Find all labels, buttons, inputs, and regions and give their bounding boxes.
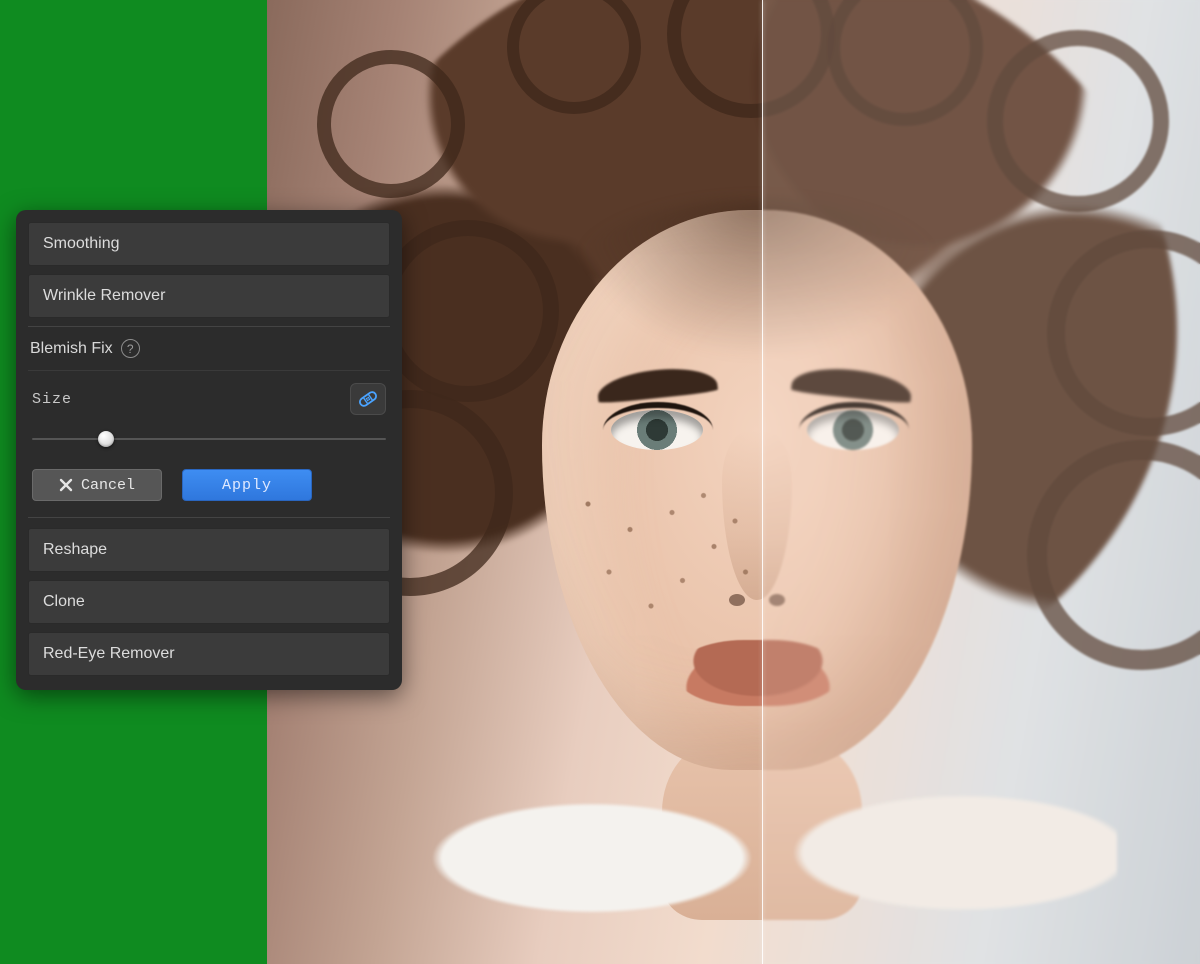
size-slider-track [32,438,386,440]
size-slider-thumb[interactable] [98,431,114,447]
tool-smoothing[interactable]: Smoothing [28,222,390,266]
size-slider[interactable] [32,425,386,453]
bandage-icon [357,389,379,409]
tool-reshape[interactable]: Reshape [28,528,390,572]
compare-after-overlay [762,0,1200,964]
brush-tool-toggle[interactable] [350,383,386,415]
portrait-freckles-left [567,470,777,640]
tool-label: Wrinkle Remover [43,287,165,305]
portrait-eye-left [611,410,703,450]
cancel-button-label: Cancel [81,477,135,494]
tool-label: Clone [43,593,85,611]
tool-red-eye-remover[interactable]: Red-Eye Remover [28,632,390,676]
tool-clone[interactable]: Clone [28,580,390,624]
help-icon[interactable]: ? [121,339,140,358]
tool-blemish-fix-header[interactable]: Blemish Fix ? [28,327,390,371]
tool-label: Reshape [43,541,107,559]
tool-blemish-fix-expanded: Blemish Fix ? Size [28,326,390,518]
size-label: Size [32,391,72,408]
tool-label: Red-Eye Remover [43,645,175,663]
tool-label: Smoothing [43,235,120,253]
tool-label: Blemish Fix [30,340,113,358]
apply-button-label: Apply [222,477,272,494]
close-icon [59,478,73,492]
tool-wrinkle-remover[interactable]: Wrinkle Remover [28,274,390,318]
photo-canvas[interactable] [267,0,1200,964]
before-after-divider[interactable] [762,0,763,964]
apply-button[interactable]: Apply [182,469,312,501]
cancel-button[interactable]: Cancel [32,469,162,501]
retouch-tools-panel: Smoothing Wrinkle Remover Blemish Fix ? … [16,210,402,690]
